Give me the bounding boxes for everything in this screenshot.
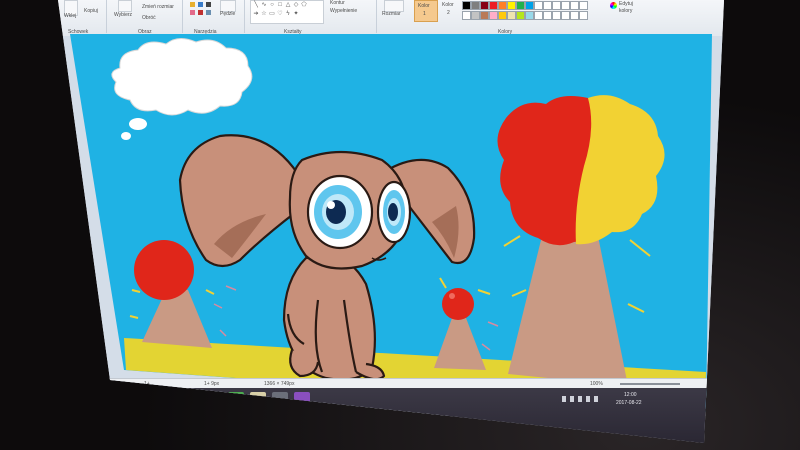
selection-size: 1+ 9px: [204, 381, 220, 387]
firefox-icon[interactable]: [206, 392, 222, 406]
zoom-slider[interactable]: [620, 383, 680, 385]
app-icon[interactable]: [272, 392, 288, 406]
tray-icons[interactable]: [562, 396, 602, 402]
explorer-icon[interactable]: [184, 392, 200, 406]
start-icon[interactable]: [136, 392, 150, 406]
taskbar: 12:00 2017-08-22: [100, 388, 720, 443]
small-red-ball: [442, 288, 474, 320]
paint-icon[interactable]: [250, 392, 266, 406]
clock-date[interactable]: 2017-08-22: [616, 400, 642, 406]
clock-time[interactable]: 12:00: [624, 392, 637, 398]
left-red-ball: [134, 240, 194, 300]
image-size: 1366 × 749px: [264, 381, 295, 387]
ball-highlight: [449, 293, 455, 299]
ie-icon[interactable]: [162, 392, 178, 406]
monitor-screen: Wklej Kopiuj Schowek Wybierz Zmień rozmi…: [58, 0, 724, 443]
cursor-position: 1+: [144, 381, 150, 387]
chrome-icon[interactable]: [228, 392, 244, 406]
app-icon[interactable]: [294, 392, 310, 406]
zoom-level: 100%: [590, 381, 603, 387]
